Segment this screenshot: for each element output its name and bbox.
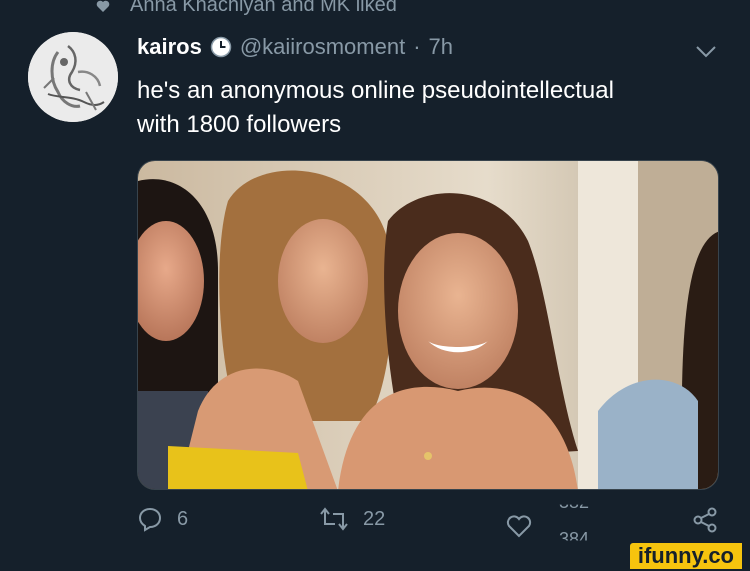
retweet-icon bbox=[320, 507, 348, 531]
social-context-text: Anna Khachiyan and MK liked bbox=[130, 0, 397, 16]
tweet-text-line: he's an anonymous online pseudointellect… bbox=[137, 77, 614, 104]
display-name[interactable]: kairos bbox=[137, 34, 202, 60]
like-icon bbox=[506, 515, 532, 538]
like-count: 384 bbox=[559, 529, 590, 549]
like-button[interactable]: 382 384 bbox=[505, 505, 589, 546]
ifunny-watermark: ifunny.co bbox=[629, 543, 742, 569]
share-button[interactable] bbox=[691, 506, 719, 534]
share-icon bbox=[693, 507, 717, 533]
reply-icon bbox=[138, 507, 162, 532]
tweet-header: kairos @kaiirosmoment · 7h bbox=[137, 34, 453, 60]
handle[interactable]: @kaiirosmoment bbox=[240, 34, 405, 60]
heart-icon bbox=[96, 0, 110, 12]
retweet-count: 22 bbox=[363, 507, 386, 530]
separator: · bbox=[413, 34, 421, 59]
reply-button[interactable]: 6 bbox=[137, 506, 188, 532]
retweet-button[interactable]: 22 bbox=[319, 506, 385, 532]
tweet-photo[interactable] bbox=[137, 160, 719, 490]
like-count-previous: 382 bbox=[559, 492, 590, 512]
like-counts: 382 384 bbox=[547, 505, 589, 546]
tweet-text: he's an anonymous online pseudointellect… bbox=[137, 74, 697, 142]
tweet-text-line: with 1800 followers bbox=[137, 111, 342, 138]
photo-illustration bbox=[138, 161, 718, 489]
avatar-illustration bbox=[28, 32, 118, 122]
timestamp[interactable]: 7h bbox=[429, 34, 453, 60]
clock-icon bbox=[210, 36, 232, 58]
chevron-down-icon[interactable] bbox=[694, 44, 718, 60]
social-context: Anna Khachiyan and MK liked bbox=[96, 0, 397, 17]
avatar[interactable] bbox=[28, 32, 118, 122]
reply-count: 6 bbox=[177, 507, 189, 530]
